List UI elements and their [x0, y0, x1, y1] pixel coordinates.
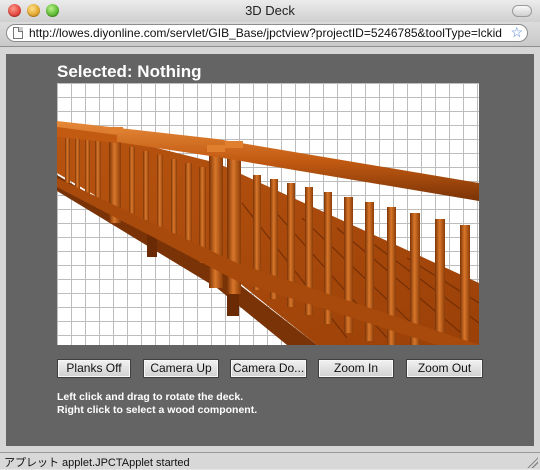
- page-icon: [13, 27, 23, 39]
- camera-up-button[interactable]: Camera Up: [143, 359, 219, 378]
- bookmark-star-icon[interactable]: ☆: [510, 25, 523, 41]
- planks-off-button[interactable]: Planks Off: [57, 359, 131, 378]
- url-field[interactable]: http://lowes.diyonline.com/servlet/GIB_B…: [6, 24, 528, 42]
- deck-3d-viewport[interactable]: [57, 83, 479, 345]
- deck-render: [57, 121, 479, 345]
- selection-label: Selected: Nothing: [57, 62, 202, 81]
- toolbar-toggle-button[interactable]: [512, 5, 532, 17]
- zoom-out-button[interactable]: Zoom Out: [406, 359, 483, 378]
- address-bar: http://lowes.diyonline.com/servlet/GIB_B…: [0, 22, 540, 47]
- resize-grip-icon[interactable]: [527, 457, 538, 468]
- browser-window: 3D Deck http://lowes.diyonline.com/servl…: [0, 0, 540, 469]
- applet-toolbar: Planks Off Camera Up Camera Do... Zoom I…: [57, 359, 487, 379]
- instructions: Left click and drag to rotate the deck. …: [57, 391, 257, 417]
- window-title: 3D Deck: [245, 3, 295, 18]
- applet-area: Selected: Nothing Planks Off Camera Up C…: [6, 54, 534, 446]
- instruction-rotate: Left click and drag to rotate the deck.: [57, 391, 244, 403]
- instruction-select: Right click to select a wood component.: [57, 404, 258, 416]
- title-bar: 3D Deck: [0, 0, 540, 23]
- zoom-in-button[interactable]: Zoom In: [318, 359, 394, 378]
- url-text[interactable]: http://lowes.diyonline.com/servlet/GIB_B…: [29, 26, 502, 40]
- status-bar: アプレット applet.JPCTApplet started: [0, 452, 540, 469]
- camera-down-button[interactable]: Camera Do...: [230, 359, 307, 378]
